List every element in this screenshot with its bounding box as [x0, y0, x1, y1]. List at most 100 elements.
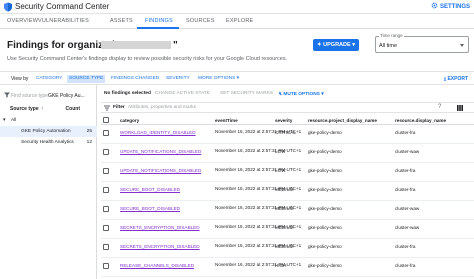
view-by-findings-changed[interactable]: FINDINGS CHANGED — [109, 75, 161, 83]
source-type-filter-input[interactable]: Find source type GKE Policy Au... — [3, 91, 93, 101]
severity: MEDIUM — [275, 244, 294, 249]
col-severity[interactable]: severity — [275, 118, 292, 123]
resource-display-name: cluster-waw — [395, 149, 420, 154]
tab-explore[interactable]: EXPLORE — [226, 18, 253, 24]
category-link[interactable]: SECRETS_ENCRYPTION_DISABLED — [120, 225, 200, 230]
mute-options-button[interactable]: 🔇︎ MUTE OPTIONS ▾ — [279, 91, 324, 97]
project-display-name: gke-policy-demo — [308, 263, 342, 268]
row-checkbox[interactable] — [103, 244, 109, 250]
row-checkbox[interactable] — [103, 149, 109, 155]
source-type-sidebar: Find source type GKE Policy Au... Source… — [0, 85, 97, 279]
resource-display-name: cluster-waw — [395, 225, 420, 230]
select-all-checkbox[interactable] — [103, 117, 109, 123]
project-display-name: gke-policy-demo — [308, 149, 342, 154]
settings-button[interactable]: SETTINGS — [431, 2, 470, 10]
view-by-category[interactable]: CATEGORY — [34, 75, 64, 83]
table-row[interactable]: WORKLOAD_IDENTITY_DISABLED November 16, 2… — [101, 126, 474, 144]
tab-sources[interactable]: SOURCES — [186, 18, 215, 24]
category-link[interactable]: WORKLOAD_IDENTITY_DISABLED — [120, 130, 196, 135]
redacted-org-name — [101, 41, 171, 49]
no-findings-selected: No findings selected — [104, 91, 151, 96]
app-title: Security Command Center — [15, 2, 110, 11]
page-title-suffix: " — [173, 40, 178, 51]
event-time: November 16, 2022 at 2:57:31 PM UTC+1 — [215, 167, 302, 172]
col-project-display-name[interactable]: resource.project_display_name — [308, 118, 377, 123]
project-display-name: gke-policy-demo — [308, 168, 342, 173]
findings-filter-bar[interactable]: Filter Attributes, properties and marks … — [101, 102, 474, 113]
category-link[interactable]: SECRETS_ENCRYPTION_DISABLED — [120, 244, 200, 249]
project-display-name: gke-policy-demo — [308, 225, 342, 230]
row-checkbox[interactable] — [103, 263, 109, 269]
col-resource-display-name[interactable]: resource.display_name — [395, 118, 446, 123]
category-link[interactable]: SECURE_BOOT_DISABLED — [120, 206, 180, 211]
findings-action-bar: No findings selected CHANGE ACTIVE STATE… — [101, 87, 474, 100]
category-link[interactable]: SECURE_BOOT_DISABLED — [120, 187, 180, 192]
row-checkbox[interactable] — [103, 206, 109, 212]
app-bar: Security Command Center SETTINGS — [0, 0, 474, 14]
tab-findings[interactable]: FINDINGS — [145, 18, 173, 24]
col-source-type[interactable]: Source type — [10, 106, 39, 112]
view-by-source-type[interactable]: SOURCE TYPE — [67, 75, 106, 83]
category-link[interactable]: RELEASE_CHANNELS_DISABLED — [120, 263, 194, 268]
shield-icon — [4, 2, 12, 12]
filter-icon — [104, 105, 110, 111]
event-time: November 16, 2022 at 2:57:31 PM UTC+1 — [215, 148, 302, 153]
source-count: 25 — [86, 129, 92, 134]
tab-vulnerabilities[interactable]: VULNERABILITIES — [38, 18, 89, 24]
filter-icon — [4, 92, 10, 98]
source-row-security-health-analytics[interactable]: Security Health Analytics 12 — [0, 137, 97, 148]
table-row[interactable]: UPDATE_NOTIFICATIONS_DISABLED November 16… — [101, 145, 474, 163]
set-security-marks-button[interactable]: SET SECURITY MARKS — [220, 91, 273, 96]
chevron-down-icon — [460, 44, 464, 47]
severity: MEDIUM — [275, 225, 294, 230]
view-by-label: View by — [11, 76, 29, 82]
project-display-name: gke-policy-demo — [308, 187, 342, 192]
severity: CRITICAL — [275, 130, 296, 135]
project-display-name: gke-policy-demo — [308, 244, 342, 249]
table-row[interactable]: SECURE_BOOT_DISABLED November 16, 2022 at… — [101, 183, 474, 201]
time-range-label: Time range — [379, 33, 404, 38]
tab-assets[interactable]: ASSETS — [110, 18, 133, 24]
time-range-select[interactable]: Time range All time — [375, 33, 469, 53]
export-button[interactable]: ⤓ EXPORT — [444, 76, 468, 82]
page-subtitle: Use Security Command Center's findings d… — [7, 56, 288, 62]
source-label: All — [11, 118, 17, 123]
sort-up-icon: ↑ — [41, 106, 44, 112]
source-type-filter-chip: GKE Policy Au... — [48, 93, 85, 99]
source-row-all[interactable]: ▾ All — [0, 115, 97, 126]
source-row-gke-policy-automation[interactable]: GKE Policy Automation 25 — [0, 126, 97, 137]
row-checkbox[interactable] — [103, 225, 109, 231]
active-tab-indicator — [137, 27, 179, 29]
source-count: 12 — [86, 140, 92, 145]
table-row[interactable]: SECRETS_ENCRYPTION_DISABLED November 16, … — [101, 221, 474, 239]
source-type-filter-placeholder: Find source type — [11, 93, 48, 99]
project-display-name: gke-policy-demo — [308, 130, 342, 135]
table-row[interactable]: RELEASE_CHANNELS_DISABLED November 16, 20… — [101, 259, 474, 277]
upgrade-button[interactable]: ✦ UPGRADE ▾ — [313, 39, 359, 51]
row-checkbox[interactable] — [103, 168, 109, 174]
table-row[interactable]: UPDATE_NOTIFICATIONS_DISABLED November 16… — [101, 164, 474, 182]
column-display-icon[interactable] — [457, 105, 463, 111]
settings-label: SETTINGS — [439, 4, 470, 10]
time-range-value: All time — [379, 43, 398, 49]
view-by-more-options[interactable]: MORE OPTIONS ▾ — [196, 75, 241, 83]
change-active-state-button[interactable]: CHANGE ACTIVE STATE — [155, 91, 210, 96]
col-event-time[interactable]: eventTime — [215, 118, 238, 123]
row-checkbox[interactable] — [103, 130, 109, 136]
view-by-severity[interactable]: SEVERITY — [164, 75, 192, 83]
table-row[interactable]: SECURE_BOOT_DISABLED November 16, 2022 at… — [101, 202, 474, 220]
row-checkbox[interactable] — [103, 187, 109, 193]
project-display-name: gke-policy-demo — [308, 206, 342, 211]
table-row[interactable]: SECRETS_ENCRYPTION_DISABLED November 16, … — [101, 240, 474, 258]
col-category[interactable]: category — [120, 118, 139, 123]
chevron-down-icon: ▾ — [3, 118, 6, 123]
filter-label: Filter — [113, 105, 125, 110]
category-link[interactable]: UPDATE_NOTIFICATIONS_DISABLED — [120, 149, 201, 154]
export-label: EXPORT — [447, 76, 468, 82]
tab-overview[interactable]: OVERVIEW — [7, 18, 38, 24]
help-icon[interactable]: ? — [438, 104, 441, 110]
col-count[interactable]: Count — [66, 106, 80, 112]
category-link[interactable]: UPDATE_NOTIFICATIONS_DISABLED — [120, 168, 201, 173]
resource-display-name: cluster-fra — [395, 130, 416, 135]
event-time: November 16, 2022 at 2:57:31 PM UTC+1 — [215, 262, 302, 267]
